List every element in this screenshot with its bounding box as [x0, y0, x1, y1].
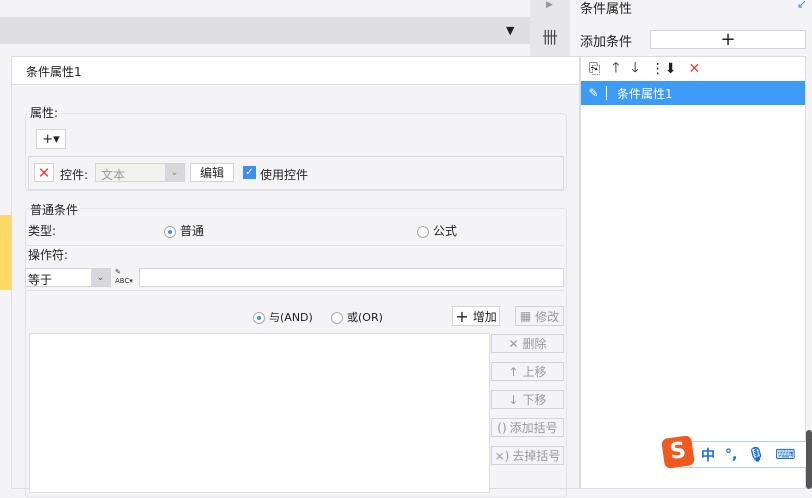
bracket-icon: (): [497, 420, 507, 435]
x-icon: ✕: [508, 336, 519, 351]
type-radio-normal[interactable]: 普通: [164, 222, 204, 239]
arrow-down-icon: ↓: [508, 392, 519, 407]
condition-list-box[interactable]: [29, 333, 490, 493]
value-input[interactable]: [139, 268, 564, 287]
add-property-button[interactable]: +▾: [36, 129, 66, 149]
use-control-label: 使用控件: [260, 168, 309, 182]
panel-title: 条件属性: [580, 2, 633, 17]
normal-condition-legend: 普通条件: [28, 201, 81, 218]
ime-mode[interactable]: 中: [701, 445, 715, 465]
remove-bracket-button[interactable]: ⨯) 去掉括号: [491, 446, 564, 465]
properties-legend: 属性:: [28, 104, 61, 121]
operator-label: 操作符:: [28, 248, 69, 262]
control-label: 控件:: [60, 168, 89, 182]
collapse-icon[interactable]: ↙: [797, 0, 807, 11]
remove-property-button[interactable]: ✕: [34, 163, 54, 182]
add-condition-button[interactable]: +: [650, 29, 806, 50]
top-strip: [0, 0, 530, 17]
microphone-icon[interactable]: 🎙: [747, 447, 765, 463]
type-radio-formula[interactable]: 公式: [417, 222, 457, 239]
ime-punct[interactable]: °,: [725, 447, 737, 463]
divider: [26, 245, 564, 246]
filter-icon[interactable]: ▼: [506, 24, 514, 37]
modify-icon: ▦: [519, 309, 532, 323]
dialog-header: 条件属性1: [12, 57, 579, 85]
delete-icon[interactable]: ✕: [689, 61, 701, 77]
edit-pencil-icon: ✎: [581, 86, 607, 100]
radio-icon: [253, 312, 265, 324]
spreadsheet-fragment: [0, 215, 11, 290]
move-bottom-icon[interactable]: ⋮⬇: [651, 61, 677, 77]
scrollbar[interactable]: [806, 430, 812, 489]
use-control-checkbox[interactable]: ✓: [243, 166, 256, 179]
expand-arrow-icon[interactable]: ▶: [546, 0, 553, 10]
plus-icon: +: [455, 306, 469, 326]
edit-button[interactable]: 编辑: [190, 163, 234, 182]
add-bracket-button[interactable]: () 添加括号: [491, 418, 564, 437]
move-up-icon[interactable]: 🡑: [612, 57, 619, 81]
chevron-down-icon: ⌄: [91, 269, 110, 286]
keyboard-icon[interactable]: ⌨: [775, 447, 795, 463]
move-down-button[interactable]: ↓ 下移: [491, 390, 564, 409]
add-button[interactable]: + 增加: [452, 306, 500, 326]
ime-toolbar[interactable]: 中 °, 🎙 ⌨: [680, 441, 810, 468]
logic-radio-or[interactable]: 或(OR): [331, 309, 383, 325]
modify-button[interactable]: ▦ 修改: [515, 306, 564, 326]
copy-icon[interactable]: ⎘: [589, 61, 600, 77]
list-item[interactable]: ✎ 条件属性1: [581, 81, 805, 105]
type-label: 类型:: [28, 224, 57, 238]
control-select[interactable]: 文本 ⌄: [95, 163, 185, 182]
sogou-logo-icon[interactable]: S: [661, 435, 695, 469]
list-toolbar: ⎘ 🡑 🡓 ⋮⬇ ✕: [581, 57, 805, 81]
logic-radio-and[interactable]: 与(AND): [253, 309, 313, 325]
radio-icon: [164, 225, 176, 238]
chevron-down-icon: ⌄: [165, 164, 184, 181]
operator-select[interactable]: 等于 ⌄: [25, 268, 111, 287]
radio-icon: [331, 312, 343, 324]
toolbar-bar: [0, 17, 530, 44]
move-up-button[interactable]: ↑ 上移: [491, 362, 564, 381]
radio-icon: [417, 225, 429, 238]
move-down-icon[interactable]: 🡓: [631, 57, 638, 81]
condition-list: ⎘ 🡑 🡓 ⋮⬇ ✕ ✎ 条件属性1: [580, 56, 806, 489]
add-condition-label: 添加条件: [580, 35, 633, 50]
delete-button[interactable]: ✕ 删除: [491, 334, 564, 353]
remove-bracket-icon: ⨯): [494, 448, 510, 463]
divider: [26, 290, 564, 291]
list-item-label: 条件属性1: [617, 86, 673, 101]
close-icon: ✕: [37, 163, 51, 182]
arrow-up-icon: ↑: [508, 364, 519, 379]
layout-icon[interactable]: 卌: [542, 24, 558, 48]
value-type-icon[interactable]: ✎ ABC▾: [115, 268, 133, 286]
